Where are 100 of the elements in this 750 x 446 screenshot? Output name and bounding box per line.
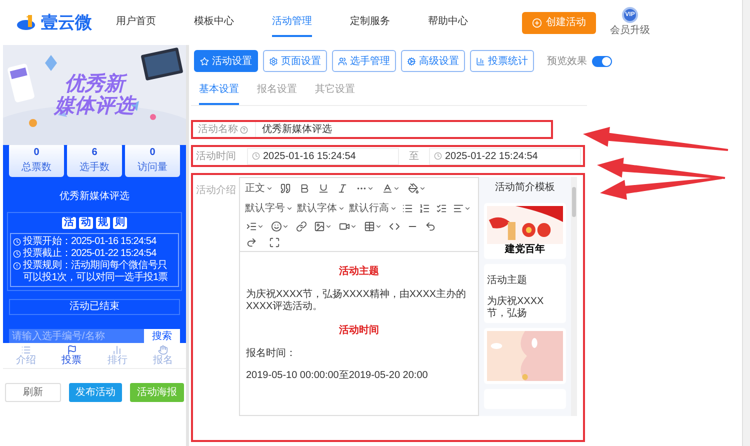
rules-heading-char: 规 xyxy=(96,217,110,229)
content-heading: 活动时间 xyxy=(338,324,380,338)
background-color-icon[interactable] xyxy=(408,183,419,194)
template-scrollbar[interactable] xyxy=(571,177,577,416)
template-caption: 建党百年 xyxy=(504,244,546,256)
numbered-list-icon[interactable] xyxy=(419,203,430,214)
info-icon xyxy=(13,262,21,270)
nav-link[interactable]: 用户首页 xyxy=(116,8,156,37)
tab-icon xyxy=(269,56,278,66)
help-icon xyxy=(240,126,248,134)
stat-value: 0 xyxy=(150,146,156,160)
sub-tab[interactable]: 基本设置 xyxy=(199,82,239,105)
underline-icon[interactable] xyxy=(318,183,329,194)
checklist-icon[interactable] xyxy=(436,203,447,214)
status-banner: 活动已结束 xyxy=(9,299,180,315)
tab-label: 投票统计 xyxy=(488,54,528,68)
template-heading: 活动主题 xyxy=(487,274,528,288)
search-button[interactable]: 搜索 xyxy=(144,329,180,343)
activity-title: 优秀新媒体评选 xyxy=(58,190,130,204)
caret-icon[interactable] xyxy=(350,223,357,230)
redo-icon[interactable] xyxy=(246,237,257,248)
align-icon[interactable] xyxy=(453,203,464,214)
tab-label: 页面设置 xyxy=(281,54,321,68)
quote-icon[interactable] xyxy=(280,183,291,194)
format-dropdown[interactable]: 默认字体 xyxy=(295,201,347,216)
name-field[interactable]: 优秀新媒体评选 xyxy=(255,122,551,137)
stat-value: 6 xyxy=(92,146,98,160)
stat-label: 访问量 xyxy=(138,160,168,175)
font-color-icon[interactable] xyxy=(382,183,393,194)
settings-tab[interactable]: 选手管理 xyxy=(332,50,396,72)
preview-toggle[interactable] xyxy=(592,56,612,66)
page-scrollbar[interactable] xyxy=(742,0,750,446)
undo-icon[interactable] xyxy=(425,221,436,232)
tab-icon xyxy=(338,56,347,66)
video-icon[interactable] xyxy=(339,221,350,232)
plus-icon xyxy=(532,18,542,28)
stat-value: 0 xyxy=(34,146,40,160)
rules-heading-char: 则 xyxy=(113,217,127,229)
format-dropdown[interactable]: 默认行高 xyxy=(347,201,399,216)
caret-icon[interactable] xyxy=(419,185,426,192)
tab-label: 选手管理 xyxy=(350,54,390,68)
caret-icon[interactable] xyxy=(393,185,400,192)
caret-icon xyxy=(266,185,273,192)
field-label: 活动时间 xyxy=(195,150,237,164)
action-button[interactable]: 刷新 xyxy=(5,383,61,402)
emoji-icon[interactable] xyxy=(271,221,282,232)
content-paragraph: 2019-05-10 00:00:00至2019-05-20 20:00 xyxy=(246,370,429,382)
bottom-nav-tab[interactable]: 投票 xyxy=(62,355,82,366)
field-label: 活动介绍 xyxy=(196,185,236,196)
format-dropdown[interactable]: 默认字号 xyxy=(243,201,295,216)
rules-heading-char: 动 xyxy=(79,217,93,229)
caret-icon[interactable] xyxy=(282,223,289,230)
code-icon[interactable] xyxy=(389,221,400,232)
template-text: 为庆祝XXXX节，弘扬 xyxy=(487,296,545,320)
tab-icon xyxy=(407,56,416,66)
rule-text: 投票截止：2025-01-22 15:24:54 xyxy=(23,248,156,260)
content-paragraph: 为庆祝XXXX节，弘扬XXXX精神，由XXXX主办的XXXX评选活动。 xyxy=(246,289,468,313)
caret-icon xyxy=(338,205,345,212)
search-field[interactable]: 请输入选手编号/名称 xyxy=(9,329,144,343)
format-dropdown[interactable]: 正文 xyxy=(243,181,275,196)
tab-icon xyxy=(200,56,209,66)
caret-icon[interactable] xyxy=(464,205,471,212)
caret-icon[interactable] xyxy=(367,185,374,192)
bulleted-list-icon[interactable] xyxy=(402,203,413,214)
settings-tab[interactable]: 活动设置 xyxy=(194,50,258,72)
nav-link[interactable]: 活动管理 xyxy=(272,8,312,37)
rule-text: 投票开始：2025-01-16 15:24:54 xyxy=(23,236,156,248)
fullscreen-icon[interactable] xyxy=(269,237,280,248)
nav-link[interactable]: 帮助中心 xyxy=(428,8,468,37)
action-button[interactable]: 发布活动 xyxy=(68,383,122,402)
caret-icon[interactable] xyxy=(257,223,264,230)
bold-icon[interactable] xyxy=(299,183,310,194)
settings-tab[interactable]: 高级设置 xyxy=(401,50,465,72)
clock-icon xyxy=(13,238,21,246)
tab-label: 活动设置 xyxy=(212,54,252,68)
template-card[interactable]: 建党百年 xyxy=(484,203,566,259)
nav-icon[interactable] xyxy=(66,345,77,355)
nav-link[interactable]: 模板中心 xyxy=(194,8,234,37)
italic-icon[interactable] xyxy=(337,183,348,194)
image-icon[interactable] xyxy=(314,221,325,232)
table-icon[interactable] xyxy=(364,221,375,232)
upgrade-label: 会员升级 xyxy=(610,24,650,38)
settings-tab[interactable]: 页面设置 xyxy=(263,50,327,72)
caret-icon[interactable] xyxy=(375,223,382,230)
content-heading: 活动主题 xyxy=(338,264,380,279)
stat-label: 选手数 xyxy=(80,160,110,175)
rule-text: 投票规则：活动期间每个微信号只可以投1次，可以对同一选手投1票 xyxy=(23,260,169,284)
caret-icon[interactable] xyxy=(325,223,332,230)
tab-label: 高级设置 xyxy=(419,54,459,68)
settings-tab[interactable]: 投票统计 xyxy=(470,50,534,72)
banner-title: 媒体评选 xyxy=(54,95,134,117)
nav-link[interactable]: 定制服务 xyxy=(350,8,390,37)
template-card[interactable]: 活动主题 为庆祝XXXX节，弘扬 xyxy=(484,264,566,323)
preview-label: 预览效果 xyxy=(547,54,587,68)
caret-icon xyxy=(286,205,293,212)
range-separator: 至 xyxy=(408,150,420,164)
brand-name: 壹云微 xyxy=(41,12,92,34)
stat-label: 总票数 xyxy=(22,160,52,175)
link-icon[interactable] xyxy=(296,221,307,232)
indent-icon[interactable] xyxy=(246,221,257,232)
